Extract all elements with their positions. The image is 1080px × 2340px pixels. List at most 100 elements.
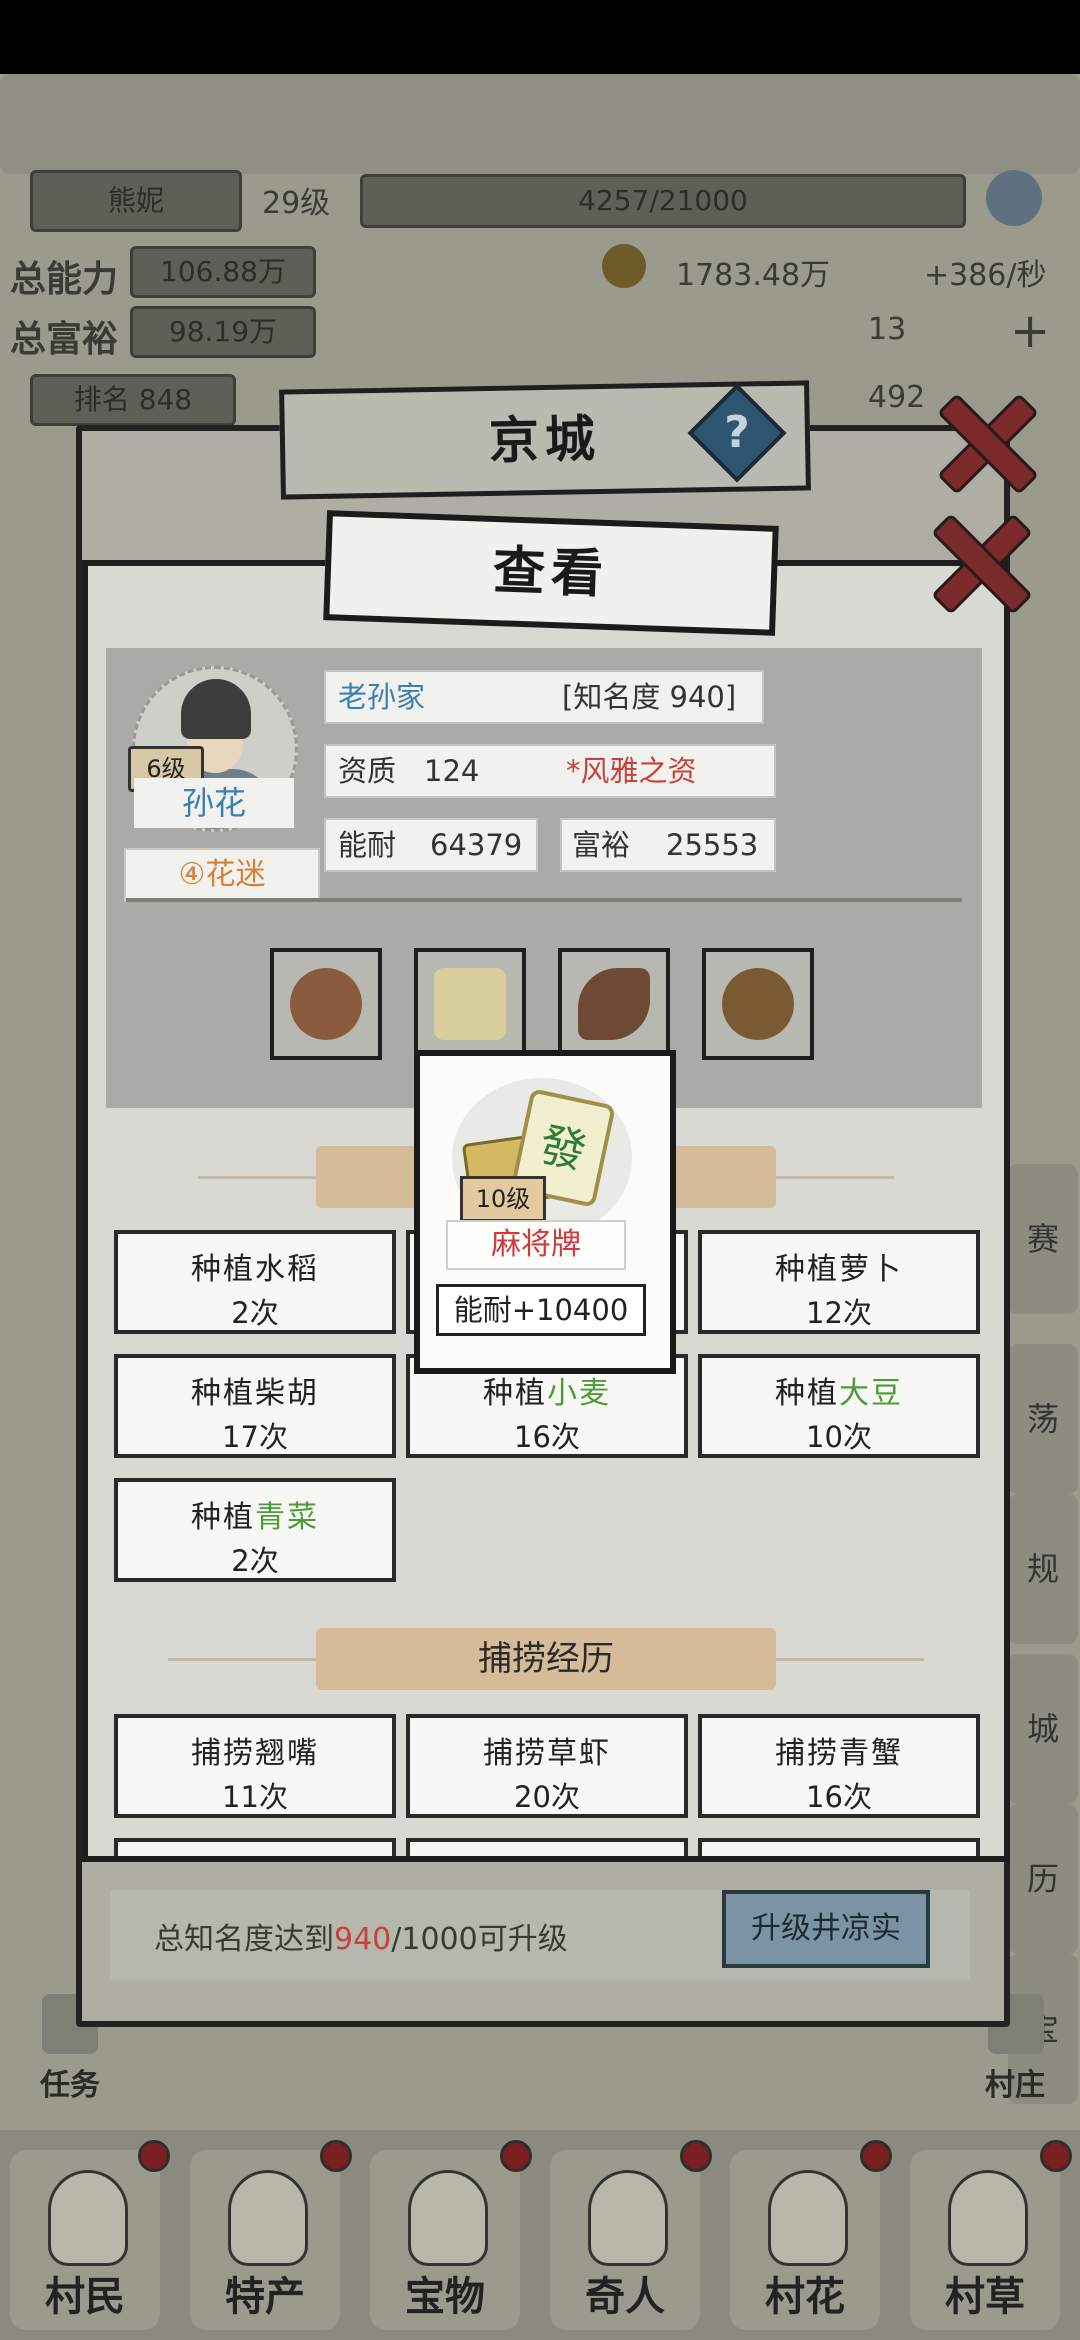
total-ability-label: 总能力 <box>10 259 119 300</box>
task-label: 任务 <box>40 2068 100 2103</box>
treasure-icon <box>408 2170 488 2266</box>
close-icon[interactable] <box>934 390 1034 490</box>
nav-label: 村民 <box>45 2274 125 2320</box>
notification-dot <box>680 2140 712 2172</box>
record-verb: 种植 <box>191 1252 255 1287</box>
record-verb: 种植 <box>775 1252 839 1287</box>
requirement-suffix: /1000可升级 <box>391 1922 568 1957</box>
nav-specialties[interactable]: 特产 <box>190 2150 340 2330</box>
character-info-box: 6级 孙花 ④花迷 老孙家 [知名度 940] 资质 124 *风雅之资 能耐 … <box>106 648 982 1108</box>
record-count: 20次 <box>514 1780 580 1814</box>
equip-slot-1[interactable] <box>270 948 382 1060</box>
side-tab-1[interactable]: 赛 <box>1008 1164 1078 1314</box>
pipa-icon <box>578 968 650 1040</box>
wealth-value: 25553 <box>666 828 759 862</box>
player-name: 熊妮 <box>107 184 164 217</box>
fishing-record: 捕捞青蟹 16次 <box>698 1714 980 1818</box>
help-circle-icon[interactable] <box>986 170 1042 226</box>
record-count: 2次 <box>231 1296 279 1330</box>
divider <box>126 898 962 902</box>
record-verb: 种植 <box>191 1376 255 1411</box>
talent-plate: 资质 124 *风雅之资 <box>324 744 776 798</box>
villager-icon <box>48 2170 128 2266</box>
coin-icon <box>602 244 646 288</box>
background-scenery <box>0 74 1080 174</box>
player-level: 29级 <box>262 186 331 221</box>
talent-value: 124 <box>424 754 480 788</box>
side-tab-label: 规 <box>1026 1550 1059 1588</box>
resource-492: 492 <box>868 380 926 415</box>
spinning-wheel-icon <box>290 968 362 1040</box>
talent-label: 资质 <box>338 754 397 788</box>
village-boy-icon <box>948 2170 1028 2266</box>
item-level-badge: 10级 <box>460 1176 546 1222</box>
specialty-basket-icon <box>228 2170 308 2266</box>
upgrade-button[interactable]: 升级井凉实 <box>722 1890 930 1968</box>
fishing-record: 捕捞草虾 20次 <box>406 1714 688 1818</box>
inspect-title-banner: 查看 <box>323 510 779 636</box>
record-count: 11次 <box>222 1780 288 1814</box>
side-tab-label: 城 <box>1026 1710 1059 1748</box>
character-hobby: ④花迷 <box>124 848 320 902</box>
record-label: 捕捞翘嘴 <box>191 1736 319 1771</box>
close-icon[interactable] <box>928 510 1028 610</box>
fishing-record: 捕捞翘嘴 11次 <box>114 1714 396 1818</box>
side-tab-2[interactable]: 荡 <box>1008 1344 1078 1494</box>
exp-bar: 4257/21000 <box>360 174 966 228</box>
upgrade-requirement: 总知名度达到940/1000可升级 <box>154 1914 568 1958</box>
nav-treasures[interactable]: 宝物 <box>370 2150 520 2330</box>
crop-name: 萝卜 <box>839 1252 903 1287</box>
ability-label: 能耐 <box>338 828 397 862</box>
fishing-record-partial <box>114 1838 396 1856</box>
nav-label: 村花 <box>765 2274 845 2320</box>
record-count: 17次 <box>222 1420 288 1454</box>
bowl-icon <box>722 968 794 1040</box>
item-name: 麻将牌 <box>446 1220 626 1270</box>
upgrade-footer: 总知名度达到940/1000可升级 升级井凉实 <box>110 1890 970 1980</box>
record-count: 16次 <box>514 1420 580 1454</box>
help-glyph: ? <box>724 407 750 458</box>
wealth-label: 富裕 <box>572 828 631 862</box>
nav-village-grass[interactable]: 村草 <box>910 2150 1060 2330</box>
equip-slot-2[interactable] <box>414 948 526 1060</box>
village-girl-icon <box>768 2170 848 2266</box>
notification-dot <box>320 2140 352 2172</box>
record-verb: 种植 <box>775 1376 839 1411</box>
requirement-prefix: 总知名度达到 <box>154 1922 334 1957</box>
farming-record: 种植水稻 2次 <box>114 1230 396 1334</box>
item-tooltip: 發 10级 麻将牌 能耐+10400 <box>414 1050 676 1374</box>
item-effect: 能耐+10400 <box>436 1284 646 1336</box>
mahjong-tile-icon <box>434 968 506 1040</box>
side-tab-3[interactable]: 规 <box>1008 1494 1078 1644</box>
side-tab-4[interactable]: 城 <box>1008 1654 1078 1804</box>
village-label: 村庄 <box>985 2068 1045 2103</box>
coin-rate: +386/秒 <box>924 258 1047 293</box>
notification-dot <box>860 2140 892 2172</box>
equip-slot-4[interactable] <box>702 948 814 1060</box>
farming-record: 种植大豆 10次 <box>698 1354 980 1458</box>
record-count: 10次 <box>806 1420 872 1454</box>
total-wealth-value: 98.19万 <box>168 315 278 348</box>
nav-label: 奇人 <box>585 2274 665 2320</box>
ability-plate: 能耐 64379 <box>324 818 538 872</box>
farming-record: 种植青菜 2次 <box>114 1478 396 1582</box>
player-name-plate: 熊妮 <box>30 170 242 232</box>
side-tab-5[interactable]: 历 <box>1008 1804 1078 1954</box>
family-fame-plate: 老孙家 [知名度 940] <box>324 670 764 724</box>
nav-strangers[interactable]: 奇人 <box>550 2150 700 2330</box>
stranger-icon <box>588 2170 668 2266</box>
total-wealth-label: 总富裕 <box>10 319 119 360</box>
equip-slot-3[interactable] <box>558 948 670 1060</box>
total-ability-plate: 106.88万 <box>130 246 316 298</box>
fame-value: [知名度 940] <box>562 680 737 714</box>
coin-amount: 1783.48万 <box>676 258 831 293</box>
total-ability-value: 106.88万 <box>160 255 286 288</box>
wealth-plate: 富裕 25553 <box>560 818 776 872</box>
nav-villagers[interactable]: 村民 <box>10 2150 160 2330</box>
crop-name: 柴胡 <box>255 1376 319 1411</box>
nav-village-flowers[interactable]: 村花 <box>730 2150 880 2330</box>
notification-dot <box>138 2140 170 2172</box>
plus-icon[interactable]: + <box>1010 306 1060 356</box>
record-count: 2次 <box>231 1544 279 1578</box>
record-label: 捕捞草虾 <box>483 1736 611 1771</box>
